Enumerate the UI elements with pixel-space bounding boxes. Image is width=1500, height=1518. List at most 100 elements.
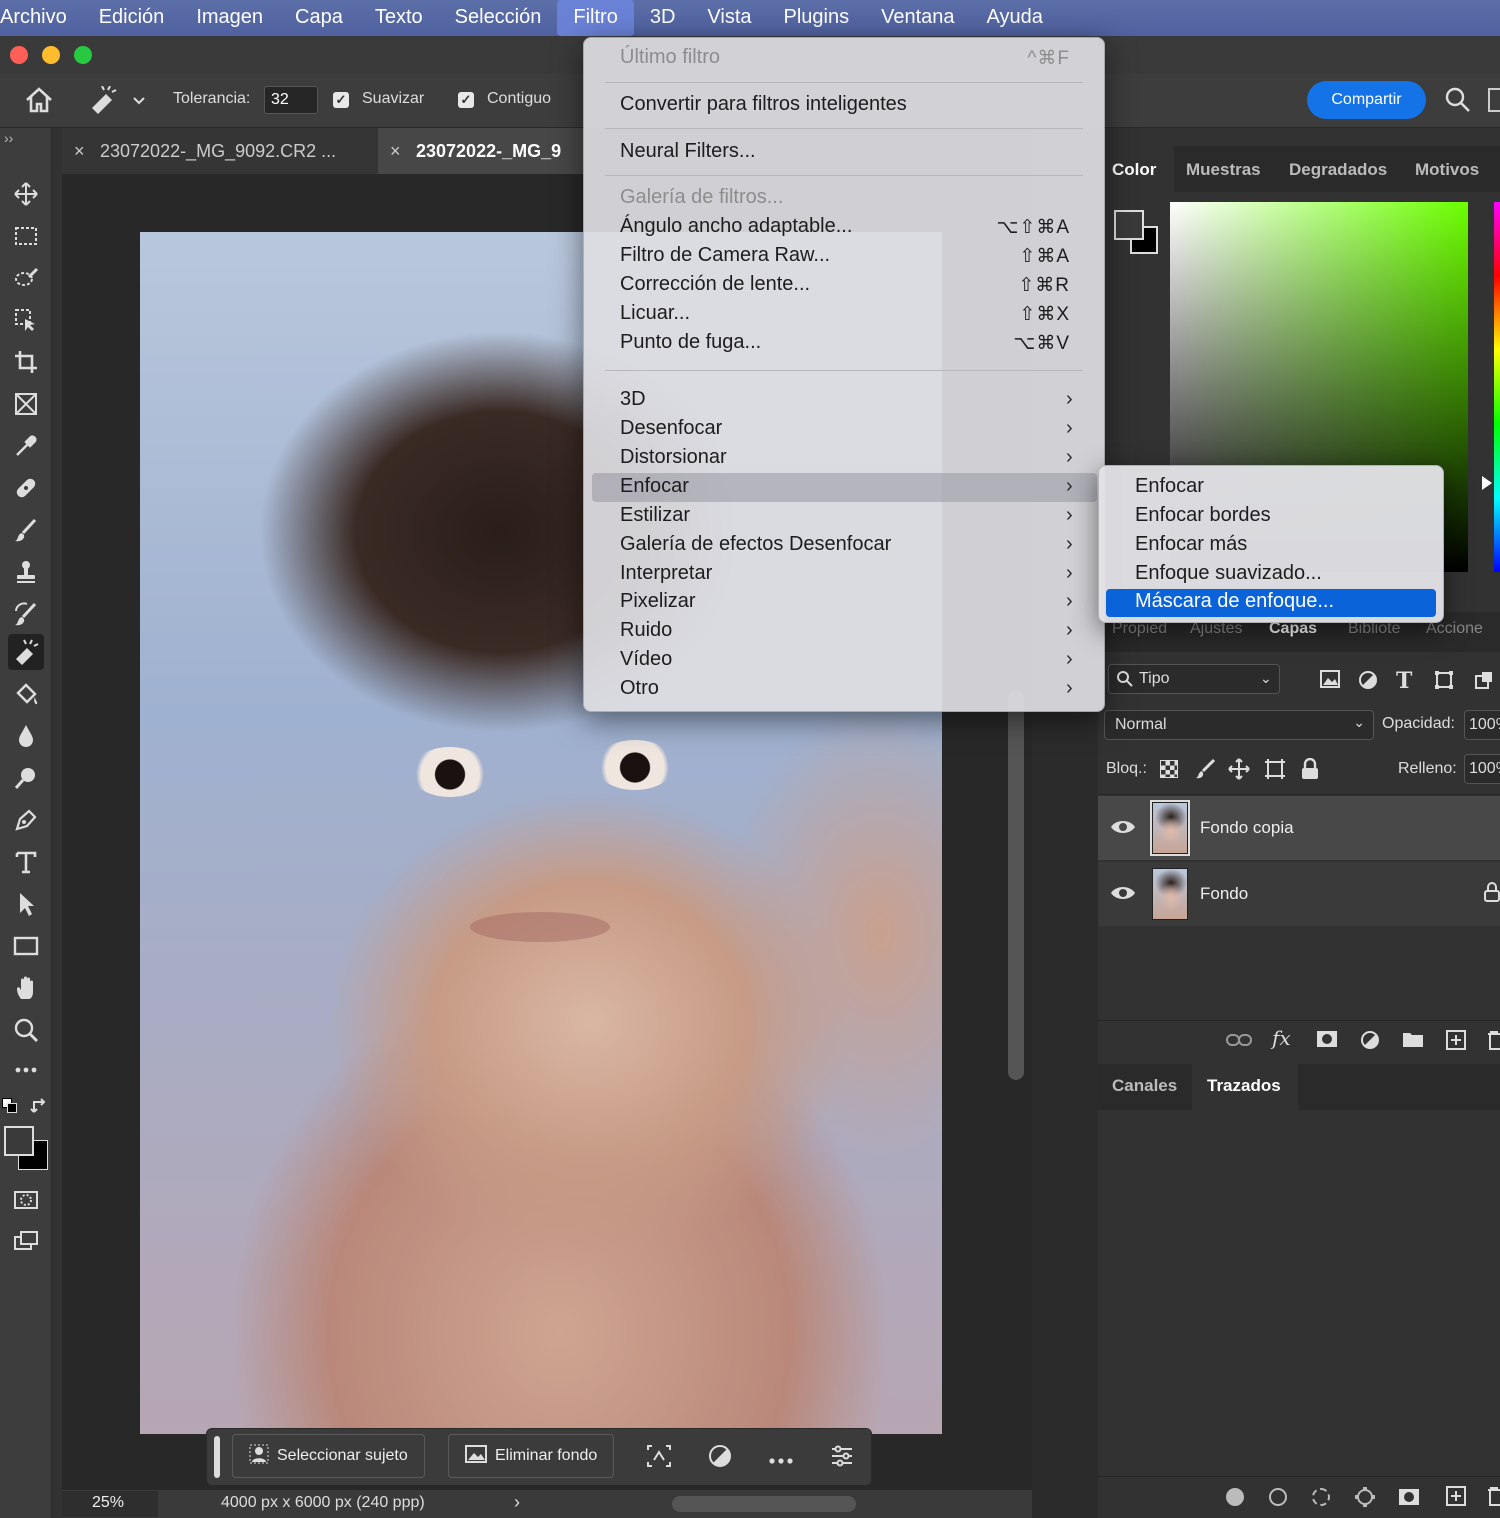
magic-eraser-tool-preset-icon[interactable] bbox=[88, 85, 148, 119]
zoom-window-button[interactable] bbox=[74, 46, 92, 64]
search-icon[interactable] bbox=[1444, 86, 1472, 119]
menu-3d[interactable]: 3D bbox=[634, 0, 692, 36]
lock-position-icon[interactable] bbox=[1228, 758, 1250, 785]
menu-texto[interactable]: Texto bbox=[359, 0, 439, 36]
workspace-icon[interactable] bbox=[1488, 88, 1500, 112]
blur-tool-icon[interactable] bbox=[8, 718, 44, 754]
tab-paths[interactable]: Trazados bbox=[1207, 1076, 1281, 1096]
filter-type-layers-icon[interactable]: T bbox=[1396, 668, 1412, 694]
document-tab-2[interactable]: 23072022-_MG_9 bbox=[416, 128, 561, 174]
hue-slider-marker-icon[interactable] bbox=[1482, 476, 1492, 490]
submenu-item-other[interactable]: Otro bbox=[620, 677, 659, 700]
submenu-item-pixelate[interactable]: Pixelizar bbox=[620, 590, 696, 613]
dodge-tool-icon[interactable] bbox=[8, 760, 44, 796]
fill-path-icon[interactable] bbox=[1226, 1488, 1244, 1506]
zoom-tool-icon[interactable] bbox=[8, 1012, 44, 1048]
tab-gradients[interactable]: Degradados bbox=[1289, 160, 1387, 180]
menu-item-sharpen-more[interactable]: Enfocar más bbox=[1135, 533, 1247, 556]
submenu-item-3d[interactable]: 3D bbox=[620, 388, 646, 411]
menu-item-adaptive-wide-angle[interactable]: Ángulo ancho adaptable... bbox=[620, 215, 852, 238]
crop-tool-icon[interactable] bbox=[8, 344, 44, 380]
layer-name-fondo[interactable]: Fondo bbox=[1200, 884, 1248, 904]
delete-layer-trash-icon[interactable] bbox=[1488, 1030, 1500, 1055]
layer-thumbnail[interactable] bbox=[1152, 868, 1188, 920]
select-subject-button[interactable]: Seleccionar sujeto bbox=[232, 1434, 425, 1478]
menu-plugins[interactable]: Plugins bbox=[768, 0, 866, 36]
close-tab-icon[interactable]: × bbox=[390, 128, 401, 174]
layer-style-fx-icon[interactable]: fx bbox=[1272, 1026, 1291, 1050]
filter-adjustment-layers-icon[interactable] bbox=[1358, 670, 1378, 695]
home-icon[interactable] bbox=[24, 86, 54, 119]
menu-item-smart-sharpen[interactable]: Enfoque suavizado... bbox=[1135, 562, 1322, 585]
frame-tool-icon[interactable] bbox=[8, 386, 44, 422]
smooth-checkbox[interactable]: ✓ bbox=[333, 92, 349, 108]
close-tab-icon[interactable]: × bbox=[74, 128, 85, 174]
submenu-item-stylize[interactable]: Estilizar bbox=[620, 504, 690, 527]
panel-foreground-color-swatch[interactable] bbox=[1114, 210, 1144, 240]
menu-capa[interactable]: Capa bbox=[279, 0, 359, 36]
menu-item-liquify[interactable]: Licuar... bbox=[620, 302, 690, 325]
submenu-item-blur-gallery[interactable]: Galería de efectos Desenfocar bbox=[620, 533, 891, 556]
link-layers-icon[interactable] bbox=[1226, 1030, 1252, 1055]
menu-archivo[interactable]: Archivo bbox=[0, 0, 83, 36]
taskbar-drag-handle[interactable] bbox=[214, 1436, 220, 1478]
hand-tool-icon[interactable] bbox=[8, 970, 44, 1006]
path-selection-tool-icon[interactable] bbox=[8, 886, 44, 922]
new-group-folder-icon[interactable] bbox=[1402, 1030, 1424, 1053]
magic-eraser-tool-icon[interactable] bbox=[8, 634, 44, 670]
close-window-button[interactable] bbox=[10, 46, 28, 64]
contiguous-checkbox[interactable]: ✓ bbox=[458, 92, 474, 108]
menu-seleccion[interactable]: Selección bbox=[439, 0, 558, 36]
menu-item-camera-raw[interactable]: Filtro de Camera Raw... bbox=[620, 244, 830, 267]
menu-item-neural-filters[interactable]: Neural Filters... bbox=[620, 140, 756, 163]
fill-input[interactable]: 100% bbox=[1464, 754, 1500, 784]
remove-background-button[interactable]: Eliminar fondo bbox=[448, 1434, 615, 1478]
rectangle-tool-icon[interactable] bbox=[8, 928, 44, 964]
tab-swatches[interactable]: Muestras bbox=[1186, 160, 1261, 180]
pen-tool-icon[interactable] bbox=[8, 802, 44, 838]
submenu-item-blur[interactable]: Desenfocar bbox=[620, 417, 722, 440]
menu-item-lens-correction[interactable]: Corrección de lente... bbox=[620, 273, 810, 296]
history-brush-tool-icon[interactable] bbox=[8, 596, 44, 632]
menu-vista[interactable]: Vista bbox=[691, 0, 767, 36]
document-tab-1[interactable]: 23072022-_MG_9092.CR2 ... bbox=[100, 128, 336, 174]
submenu-item-distort[interactable]: Distorsionar bbox=[620, 446, 727, 469]
more-options-icon[interactable] bbox=[768, 1452, 794, 1470]
default-colors-icon[interactable] bbox=[2, 1098, 18, 1114]
submenu-item-video[interactable]: Vídeo bbox=[620, 648, 672, 671]
lock-artboard-icon[interactable] bbox=[1264, 758, 1286, 785]
submenu-item-noise[interactable]: Ruido bbox=[620, 619, 672, 642]
foreground-color-swatch[interactable] bbox=[4, 1126, 34, 1156]
taskbar-settings-icon[interactable] bbox=[830, 1444, 854, 1473]
paint-bucket-tool-icon[interactable] bbox=[8, 676, 44, 712]
make-work-path-icon[interactable] bbox=[1354, 1486, 1376, 1513]
layer-name-fondo-copia[interactable]: Fondo copia bbox=[1200, 818, 1294, 838]
screen-mode-icon[interactable] bbox=[8, 1224, 44, 1260]
stroke-path-icon[interactable] bbox=[1269, 1488, 1287, 1506]
horizontal-scrollbar[interactable] bbox=[672, 1496, 856, 1512]
menu-item-sharpen[interactable]: Enfocar bbox=[1135, 475, 1204, 498]
lock-image-pixels-icon[interactable] bbox=[1194, 758, 1216, 785]
new-adjustment-layer-icon[interactable] bbox=[1360, 1030, 1380, 1055]
lock-all-icon[interactable] bbox=[1300, 757, 1320, 785]
menu-item-sharpen-edges[interactable]: Enfocar bordes bbox=[1135, 504, 1271, 527]
layer-visibility-eye-icon[interactable] bbox=[1110, 884, 1136, 907]
add-mask-icon[interactable] bbox=[1398, 1488, 1420, 1511]
menu-item-vanishing-point[interactable]: Punto de fuga... bbox=[620, 331, 761, 354]
menu-filtro[interactable]: Filtro bbox=[557, 0, 634, 36]
lock-transparent-pixels-icon[interactable] bbox=[1160, 760, 1178, 778]
opacity-input[interactable]: 100% bbox=[1464, 710, 1500, 740]
menu-item-unsharp-mask[interactable]: Máscara de enfoque... bbox=[1135, 590, 1334, 613]
eyedropper-tool-icon[interactable] bbox=[8, 428, 44, 464]
move-tool-icon[interactable] bbox=[8, 176, 44, 212]
delete-path-trash-icon[interactable] bbox=[1488, 1486, 1500, 1511]
submenu-item-render[interactable]: Interpretar bbox=[620, 562, 712, 585]
menu-edicion[interactable]: Edición bbox=[83, 0, 181, 36]
new-path-icon[interactable] bbox=[1446, 1486, 1466, 1511]
layer-thumbnail[interactable] bbox=[1150, 800, 1190, 856]
menu-item-convert-smart-filters[interactable]: Convertir para filtros inteligentes bbox=[620, 93, 907, 116]
filter-smart-objects-icon[interactable] bbox=[1474, 670, 1494, 695]
tab-patterns[interactable]: Motivos bbox=[1415, 160, 1479, 180]
healing-brush-tool-icon[interactable] bbox=[8, 470, 44, 506]
menu-ventana[interactable]: Ventana bbox=[865, 0, 970, 36]
